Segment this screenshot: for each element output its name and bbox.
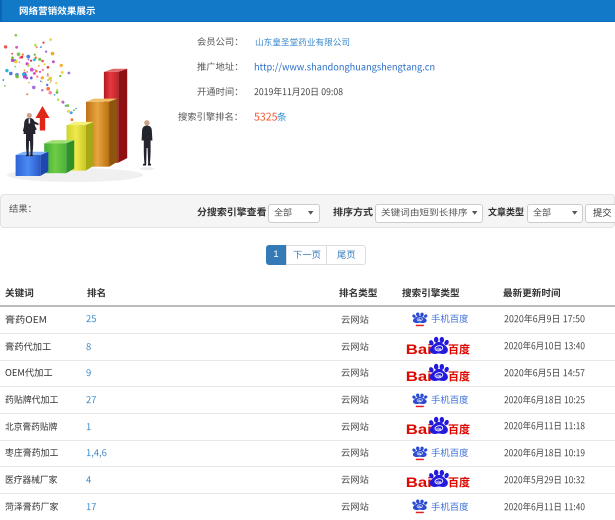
svg-text:Bai: Bai [406,369,432,384]
svg-text:du: du [436,426,442,431]
svg-text:Bai: Bai [406,342,432,357]
svg-text:du: du [436,372,442,377]
svg-text:du: du [418,318,422,322]
svg-text:Bai: Bai [406,476,432,491]
svg-text:du: du [418,505,422,509]
svg-text:du: du [418,398,422,402]
svg-text:Bai: Bai [406,422,432,437]
svg-text:du: du [436,479,442,484]
svg-text:du: du [418,451,422,455]
svg-text:du: du [436,346,442,351]
